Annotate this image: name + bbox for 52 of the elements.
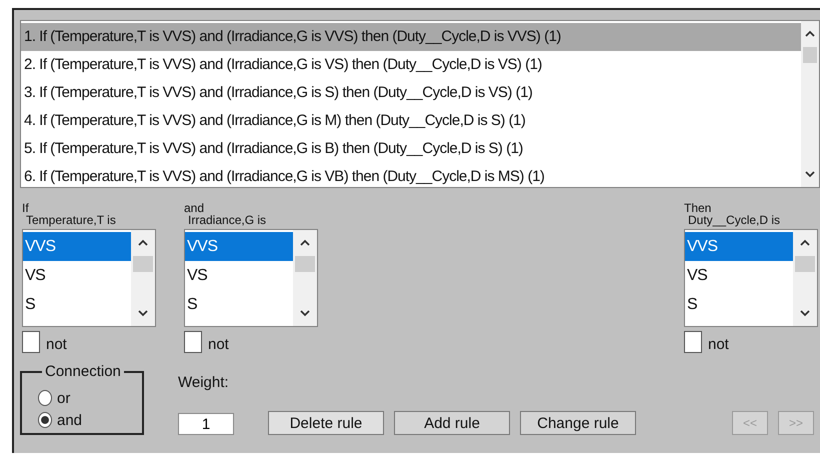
chevron-down-icon[interactable] (138, 309, 148, 317)
chevron-up-icon[interactable] (300, 239, 310, 247)
scrollbar[interactable] (131, 230, 155, 326)
chevron-up-icon[interactable] (805, 30, 815, 38)
not-checkbox[interactable] (22, 331, 40, 353)
chevron-down-icon[interactable] (805, 170, 815, 178)
scrollbar[interactable] (793, 230, 817, 326)
chevron-down-icon[interactable] (800, 309, 810, 317)
not-label: not (708, 336, 729, 353)
not-label: not (46, 336, 67, 353)
term-item[interactable]: S (185, 290, 293, 319)
term-item[interactable]: VS (185, 261, 293, 290)
not-checkbox[interactable] (184, 331, 202, 353)
term-item[interactable]: VS (685, 261, 793, 290)
keyword-label: Then (684, 202, 712, 214)
rule-item[interactable]: 5. If (Temperature,T is VVS) and (Irradiance,G is B) then (Duty__Cycle,D is S) (1) (21, 135, 801, 163)
term-item[interactable]: VVS (185, 232, 293, 261)
rule-item[interactable]: 1. If (Temperature,T is VVS) and (Irradiance,G is VVS) then (Duty__Cycle,D is VVS) (1) (21, 23, 801, 51)
scrollbar-thumb[interactable] (133, 256, 153, 272)
weight-label: Weight: (178, 374, 230, 391)
scrollbar-thumb[interactable] (795, 256, 815, 272)
rule-button[interactable]: Add rule (394, 411, 510, 435)
term-item[interactable]: VVS (685, 232, 793, 261)
term-item[interactable]: VVS (23, 232, 131, 261)
radio-button[interactable] (38, 412, 52, 428)
keyword-label: If (22, 202, 30, 214)
term-item[interactable]: VS (23, 261, 131, 290)
rule-item[interactable]: 3. If (Temperature,T is VVS) and (Irradiance,G is S) then (Duty__Cycle,D is VS) (1) (21, 79, 801, 107)
radio-label: or (57, 390, 70, 406)
chevron-down-icon[interactable] (300, 309, 310, 317)
keyword-label: and (184, 202, 206, 214)
weight-field[interactable]: 1 (178, 413, 234, 435)
term-item[interactable]: S (23, 290, 131, 319)
rule-button[interactable]: Change rule (520, 411, 636, 435)
scrollbar-thumb[interactable] (295, 256, 315, 272)
rule-item[interactable]: 4. If (Temperature,T is VVS) and (Irradiance,G is M) then (Duty__Cycle,D is S) (1) (21, 107, 801, 135)
rule-item[interactable]: 2. If (Temperature,T is VVS) and (Irradiance,G is VS) then (Duty__Cycle,D is VS) (1) (21, 51, 801, 79)
not-label: not (208, 336, 229, 353)
rule-button[interactable]: Delete rule (268, 411, 384, 435)
variable-label: Temperature,T is (25, 214, 117, 226)
variable-label: Duty__Cycle,D is (687, 214, 782, 226)
scrollbar[interactable] (293, 230, 317, 326)
variable-label: Irradiance,G is (187, 214, 268, 226)
radio-label: and (57, 412, 82, 428)
radio-button[interactable] (38, 390, 52, 406)
term-item[interactable]: S (685, 290, 793, 319)
not-checkbox[interactable] (684, 331, 702, 353)
scrollbar-thumb[interactable] (802, 47, 818, 63)
rule-item[interactable]: 6. If (Temperature,T is VVS) and (Irradiance,G is VB) then (Duty__Cycle,D is MS) (1) (21, 163, 801, 191)
chevron-up-icon[interactable] (800, 239, 810, 247)
chevron-up-icon[interactable] (138, 239, 148, 247)
scrollbar[interactable] (801, 21, 819, 187)
